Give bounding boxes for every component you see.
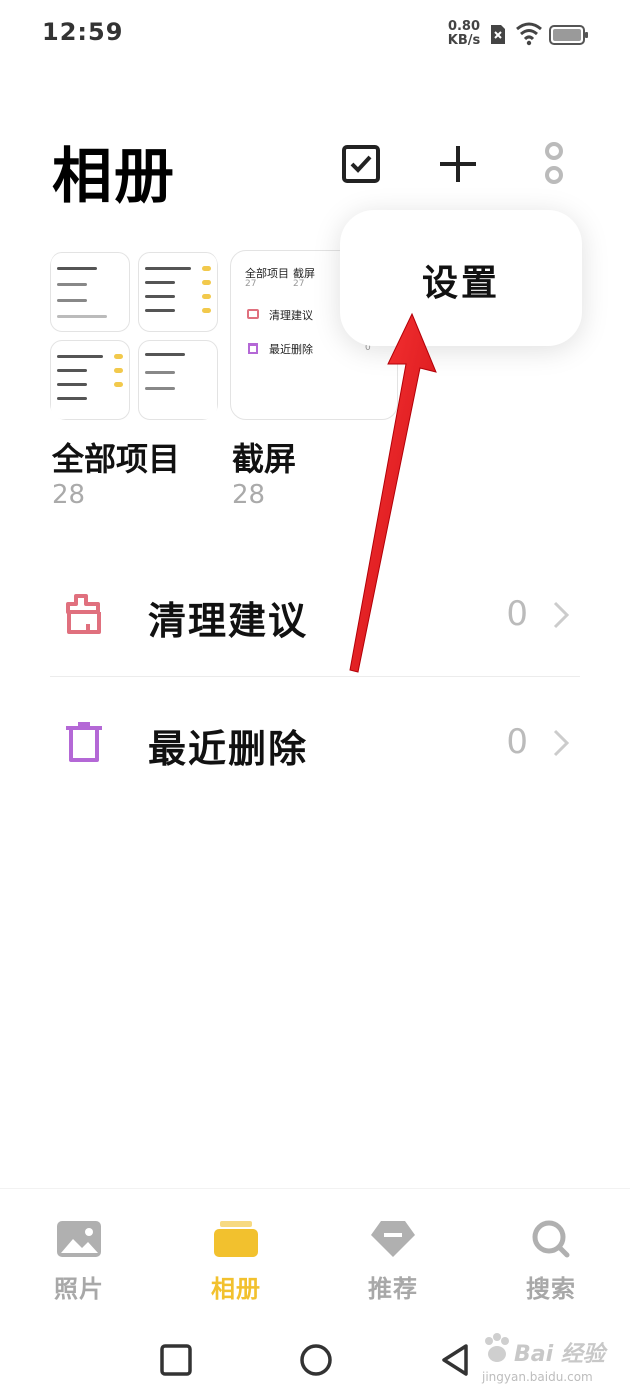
annotation-arrow-icon (349, 312, 437, 673)
list-item-cleanup-suggestions[interactable]: 清理建议 0 (50, 566, 580, 662)
tab-label: 相册 (211, 1275, 261, 1303)
tab-search[interactable]: 搜索 (506, 1219, 596, 1309)
trash-icon (66, 722, 102, 762)
paw-logo-icon (485, 1333, 509, 1362)
album-name: 截屏 (232, 440, 297, 478)
network-speed-value: 0.80 (447, 19, 481, 34)
album-count: 28 (232, 480, 266, 510)
wifi-icon (516, 22, 542, 46)
select-checkbox-icon (342, 145, 380, 183)
album-icon (214, 1221, 258, 1257)
battery-icon (549, 25, 588, 45)
back-icon[interactable] (438, 1342, 474, 1378)
select-button[interactable] (337, 140, 385, 188)
tab-label: 推荐 (368, 1275, 418, 1303)
list-item-label: 最近删除 (148, 727, 309, 771)
add-button[interactable] (434, 140, 482, 188)
tab-recommend[interactable]: 推荐 (348, 1219, 438, 1309)
network-speed: 0.80 KB/s (444, 20, 484, 48)
album-thumbnail (50, 250, 218, 420)
list-item-count: 0 (506, 722, 528, 762)
tab-photos[interactable]: 照片 (34, 1219, 124, 1309)
album-name: 全部项目 (52, 440, 181, 478)
watermark: Bai 经验 jingyan.baidu.com (478, 1330, 618, 1390)
tab-label: 照片 (54, 1275, 104, 1303)
add-icon (440, 146, 476, 182)
album-all-items[interactable]: 全部项目 28 (50, 250, 218, 510)
tab-albums[interactable]: 相册 (191, 1219, 281, 1309)
search-icon (532, 1220, 570, 1258)
album-count: 28 (52, 480, 86, 510)
recent-apps-icon[interactable] (158, 1342, 194, 1378)
page-title: 相册 (52, 142, 176, 212)
list-item-recently-deleted[interactable]: 最近删除 0 (50, 694, 580, 790)
more-icon (545, 142, 563, 184)
list-item-count: 0 (506, 594, 528, 634)
status-bar: 12:59 0.80 KB/s (0, 0, 630, 70)
no-sim-icon (491, 25, 505, 44)
broom-icon (247, 309, 259, 319)
chevron-right-icon (553, 729, 570, 757)
divider (50, 676, 580, 677)
tab-label: 搜索 (526, 1275, 576, 1303)
home-icon[interactable] (298, 1342, 334, 1378)
network-speed-unit: KB/s (447, 33, 481, 48)
more-button[interactable] (530, 140, 578, 188)
watermark-text: Bai 经验 (514, 1342, 605, 1367)
menu-item-settings[interactable]: 设置 (340, 254, 582, 306)
trash-icon (248, 343, 258, 354)
bottom-tab-bar: 照片 相册 推荐 搜索 (0, 1188, 630, 1318)
status-time: 12:59 (42, 18, 124, 46)
list-item-label: 清理建议 (148, 599, 309, 643)
gem-icon (371, 1221, 415, 1257)
watermark-url: jingyan.baidu.com (482, 1370, 593, 1384)
broom-icon (66, 594, 101, 634)
photo-icon (57, 1221, 101, 1257)
chevron-right-icon (553, 601, 570, 629)
